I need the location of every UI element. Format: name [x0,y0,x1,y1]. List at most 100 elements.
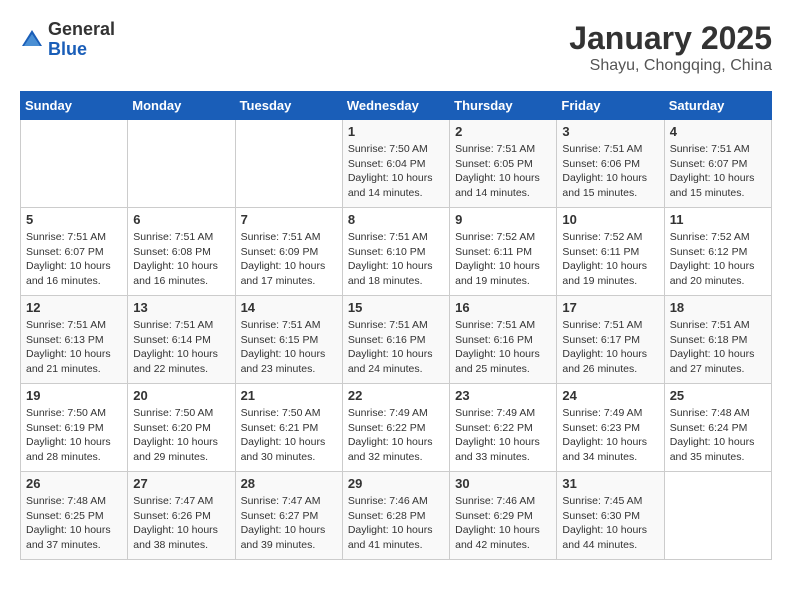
day-number: 10 [562,212,658,227]
day-info: Sunrise: 7:51 AM Sunset: 6:16 PM Dayligh… [348,318,444,377]
page-subtitle: Shayu, Chongqing, China [569,57,772,75]
day-info: Sunrise: 7:50 AM Sunset: 6:04 PM Dayligh… [348,142,444,201]
day-number: 24 [562,388,658,403]
day-number: 5 [26,212,122,227]
day-info: Sunrise: 7:51 AM Sunset: 6:18 PM Dayligh… [670,318,766,377]
calendar-week-row: 26 Sunrise: 7:48 AM Sunset: 6:25 PM Dayli… [21,472,772,560]
day-info: Sunrise: 7:52 AM Sunset: 6:11 PM Dayligh… [455,230,551,289]
day-number: 29 [348,476,444,491]
day-info: Sunrise: 7:50 AM Sunset: 6:20 PM Dayligh… [133,406,229,465]
calendar-header-row: SundayMondayTuesdayWednesdayThursdayFrid… [21,92,772,120]
calendar-cell: 3 Sunrise: 7:51 AM Sunset: 6:06 PM Daylig… [557,120,664,208]
day-info: Sunrise: 7:49 AM Sunset: 6:22 PM Dayligh… [455,406,551,465]
day-info: Sunrise: 7:51 AM Sunset: 6:13 PM Dayligh… [26,318,122,377]
day-info: Sunrise: 7:51 AM Sunset: 6:10 PM Dayligh… [348,230,444,289]
calendar-cell [128,120,235,208]
calendar-cell [21,120,128,208]
calendar-cell: 11 Sunrise: 7:52 AM Sunset: 6:12 PM Dayli… [664,208,771,296]
calendar-cell: 24 Sunrise: 7:49 AM Sunset: 6:23 PM Dayli… [557,384,664,472]
calendar-cell: 17 Sunrise: 7:51 AM Sunset: 6:17 PM Dayli… [557,296,664,384]
day-number: 22 [348,388,444,403]
day-info: Sunrise: 7:45 AM Sunset: 6:30 PM Dayligh… [562,494,658,553]
calendar-cell: 23 Sunrise: 7:49 AM Sunset: 6:22 PM Dayli… [450,384,557,472]
day-number: 27 [133,476,229,491]
day-number: 13 [133,300,229,315]
day-info: Sunrise: 7:51 AM Sunset: 6:16 PM Dayligh… [455,318,551,377]
calendar-cell: 5 Sunrise: 7:51 AM Sunset: 6:07 PM Daylig… [21,208,128,296]
day-number: 31 [562,476,658,491]
day-info: Sunrise: 7:51 AM Sunset: 6:14 PM Dayligh… [133,318,229,377]
header-saturday: Saturday [664,92,771,120]
day-info: Sunrise: 7:47 AM Sunset: 6:26 PM Dayligh… [133,494,229,553]
day-info: Sunrise: 7:50 AM Sunset: 6:19 PM Dayligh… [26,406,122,465]
calendar-cell: 30 Sunrise: 7:46 AM Sunset: 6:29 PM Dayli… [450,472,557,560]
header-sunday: Sunday [21,92,128,120]
calendar-cell: 26 Sunrise: 7:48 AM Sunset: 6:25 PM Dayli… [21,472,128,560]
calendar-cell [235,120,342,208]
logo: General Blue [20,20,115,60]
day-number: 6 [133,212,229,227]
day-number: 26 [26,476,122,491]
calendar-cell: 14Sunrise: 7:51 AM Sunset: 6:15 PM Dayli… [235,296,342,384]
calendar-cell: 22 Sunrise: 7:49 AM Sunset: 6:22 PM Dayli… [342,384,449,472]
day-number: 15 [348,300,444,315]
calendar-cell: 8Sunrise: 7:51 AM Sunset: 6:10 PM Daylig… [342,208,449,296]
day-info: Sunrise: 7:51 AM Sunset: 6:17 PM Dayligh… [562,318,658,377]
calendar-cell: 20 Sunrise: 7:50 AM Sunset: 6:20 PM Dayli… [128,384,235,472]
calendar-week-row: 5 Sunrise: 7:51 AM Sunset: 6:07 PM Daylig… [21,208,772,296]
header-monday: Monday [128,92,235,120]
day-number: 14 [241,300,337,315]
day-info: Sunrise: 7:49 AM Sunset: 6:22 PM Dayligh… [348,406,444,465]
day-info: Sunrise: 7:51 AM Sunset: 6:06 PM Dayligh… [562,142,658,201]
calendar-cell: 10Sunrise: 7:52 AM Sunset: 6:11 PM Dayli… [557,208,664,296]
header-tuesday: Tuesday [235,92,342,120]
day-info: Sunrise: 7:46 AM Sunset: 6:28 PM Dayligh… [348,494,444,553]
day-number: 4 [670,124,766,139]
calendar-cell: 1Sunrise: 7:50 AM Sunset: 6:04 PM Daylig… [342,120,449,208]
day-info: Sunrise: 7:51 AM Sunset: 6:09 PM Dayligh… [241,230,337,289]
calendar-cell: 12 Sunrise: 7:51 AM Sunset: 6:13 PM Dayli… [21,296,128,384]
day-info: Sunrise: 7:49 AM Sunset: 6:23 PM Dayligh… [562,406,658,465]
day-number: 23 [455,388,551,403]
logo-general: General [48,20,115,40]
calendar-cell: 25 Sunrise: 7:48 AM Sunset: 6:24 PM Dayli… [664,384,771,472]
day-info: Sunrise: 7:51 AM Sunset: 6:05 PM Dayligh… [455,142,551,201]
logo-icon [20,28,44,52]
day-info: Sunrise: 7:50 AM Sunset: 6:21 PM Dayligh… [241,406,337,465]
calendar-week-row: 1Sunrise: 7:50 AM Sunset: 6:04 PM Daylig… [21,120,772,208]
calendar-cell: 6 Sunrise: 7:51 AM Sunset: 6:08 PM Daylig… [128,208,235,296]
day-number: 9 [455,212,551,227]
calendar-cell: 27 Sunrise: 7:47 AM Sunset: 6:26 PM Dayli… [128,472,235,560]
calendar-cell [664,472,771,560]
day-info: Sunrise: 7:51 AM Sunset: 6:07 PM Dayligh… [670,142,766,201]
page-header: General Blue January 2025 Shayu, Chongqi… [20,20,772,75]
day-info: Sunrise: 7:48 AM Sunset: 6:24 PM Dayligh… [670,406,766,465]
day-number: 12 [26,300,122,315]
calendar-cell: 19Sunrise: 7:50 AM Sunset: 6:19 PM Dayli… [21,384,128,472]
day-number: 11 [670,212,766,227]
day-number: 28 [241,476,337,491]
day-number: 16 [455,300,551,315]
calendar-cell: 15 Sunrise: 7:51 AM Sunset: 6:16 PM Dayli… [342,296,449,384]
day-info: Sunrise: 7:46 AM Sunset: 6:29 PM Dayligh… [455,494,551,553]
day-info: Sunrise: 7:48 AM Sunset: 6:25 PM Dayligh… [26,494,122,553]
day-info: Sunrise: 7:51 AM Sunset: 6:08 PM Dayligh… [133,230,229,289]
calendar-cell: 4 Sunrise: 7:51 AM Sunset: 6:07 PM Daylig… [664,120,771,208]
day-number: 18 [670,300,766,315]
header-friday: Friday [557,92,664,120]
day-info: Sunrise: 7:52 AM Sunset: 6:12 PM Dayligh… [670,230,766,289]
day-number: 3 [562,124,658,139]
calendar-cell: 13 Sunrise: 7:51 AM Sunset: 6:14 PM Dayli… [128,296,235,384]
header-wednesday: Wednesday [342,92,449,120]
day-info: Sunrise: 7:51 AM Sunset: 6:07 PM Dayligh… [26,230,122,289]
calendar-cell: 2Sunrise: 7:51 AM Sunset: 6:05 PM Daylig… [450,120,557,208]
calendar-week-row: 12 Sunrise: 7:51 AM Sunset: 6:13 PM Dayli… [21,296,772,384]
calendar-cell: 9 Sunrise: 7:52 AM Sunset: 6:11 PM Daylig… [450,208,557,296]
day-number: 21 [241,388,337,403]
day-number: 30 [455,476,551,491]
calendar-cell: 31 Sunrise: 7:45 AM Sunset: 6:30 PM Dayli… [557,472,664,560]
day-number: 20 [133,388,229,403]
day-number: 25 [670,388,766,403]
calendar-table: SundayMondayTuesdayWednesdayThursdayFrid… [20,91,772,560]
day-number: 17 [562,300,658,315]
